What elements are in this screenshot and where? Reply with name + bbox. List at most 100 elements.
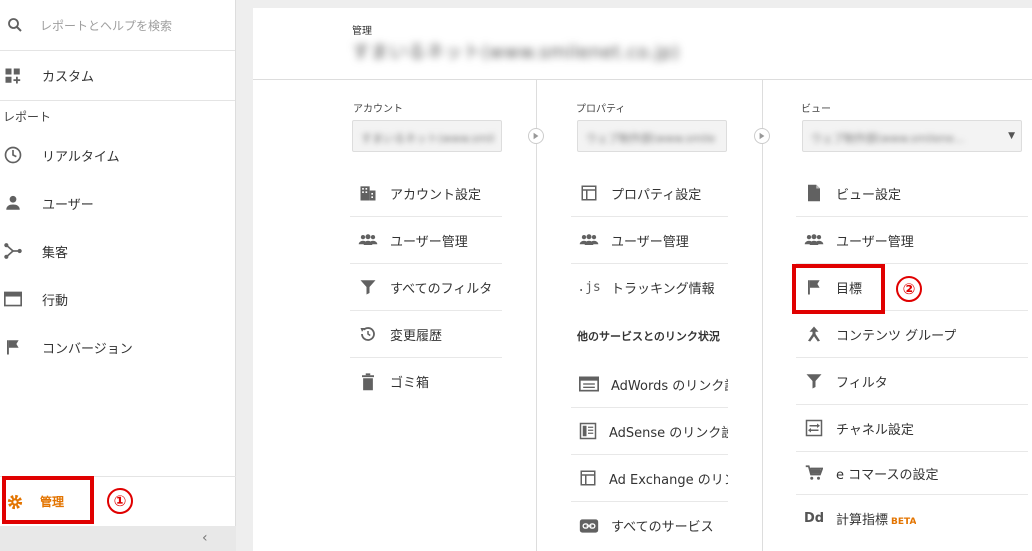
menu-view-settings[interactable]: ビュー設定 xyxy=(796,170,1028,217)
admin-header: 管理 すまいるネット(www.smilenet.co.jp) xyxy=(253,8,1032,80)
sidebar-item-realtime[interactable]: リアルタイム xyxy=(0,131,235,179)
calculated-metrics-label: 計算指標 xyxy=(836,513,889,528)
view-header: ビュー xyxy=(801,104,831,115)
sidebar-item-label: ユーザー xyxy=(42,197,94,213)
menu-adexchange-link[interactable]: Ad Exchange のリンク設定 xyxy=(571,455,728,502)
column-divider xyxy=(536,80,537,551)
menu-channel-settings[interactable]: チャネル設定 xyxy=(796,405,1028,452)
menu-all-services[interactable]: すべてのサービス xyxy=(571,502,728,549)
menu-view-filters[interactable]: フィルタ xyxy=(796,358,1028,405)
link-icon xyxy=(579,516,599,536)
sidebar: レポートとヘルプを検索 カスタム レポート リアルタイム ユーザー 集客 行動 xyxy=(0,0,236,551)
sidebar-item-label: リアルタイム xyxy=(42,149,120,165)
reports-section-label: レポート xyxy=(3,109,52,124)
group-icon xyxy=(358,230,378,250)
sidebar-item-label: コンバージョン xyxy=(42,341,133,357)
menu-content-grouping[interactable]: コンテンツ グループ xyxy=(796,311,1028,358)
account-column: アカウント すまいるネット(www.smil アカウント設定 ユーザー管理 すべ… xyxy=(350,80,502,551)
menu-label: ユーザー管理 xyxy=(836,234,914,250)
view-selector-value: ウェブ制作部(www.smilene... xyxy=(811,132,965,145)
menu-all-filters[interactable]: すべてのフィルタ xyxy=(350,264,502,311)
property-layout-icon xyxy=(579,183,599,203)
property-menu: プロパティ設定 ユーザー管理 .js トラッキング情報 他のサービスとのリンク状… xyxy=(571,170,728,549)
dashboard-add-icon xyxy=(2,65,24,87)
arrow-right-icon xyxy=(754,128,770,144)
property-selector-value: ウェブ制作部(www.smile xyxy=(586,132,716,145)
menu-label: AdWords のリンク設定 xyxy=(611,378,728,394)
menu-property-user-management[interactable]: ユーザー管理 xyxy=(571,217,728,264)
header-label: 管理 xyxy=(352,26,372,37)
property-column: プロパティ ウェブ制作部(www.smile プロパティ設定 ユーザー管理 .j… xyxy=(571,80,728,551)
menu-tracking-info[interactable]: .js トラッキング情報 xyxy=(571,264,728,311)
menu-label: 計算指標 BETA xyxy=(836,509,916,528)
adwords-icon xyxy=(579,374,599,394)
menu-label: すべてのサービス xyxy=(611,520,714,535)
menu-label: AdSense のリンク設定 xyxy=(609,425,728,441)
search-icon xyxy=(4,14,26,36)
annotation-number-2: ② xyxy=(896,276,922,302)
menu-label: ユーザー管理 xyxy=(611,234,689,250)
column-divider xyxy=(762,80,763,551)
menu-account-settings[interactable]: アカウント設定 xyxy=(350,170,502,217)
menu-label: すべてのフィルタ xyxy=(390,281,493,297)
menu-adsense-link[interactable]: AdSense のリンク設定 xyxy=(571,408,728,455)
menu-label: ビュー設定 xyxy=(836,187,902,203)
menu-label: フィルタ xyxy=(836,375,888,391)
js-icon: .js xyxy=(577,280,601,295)
menu-label: チャネル設定 xyxy=(836,422,914,438)
account-header: アカウント xyxy=(353,104,403,115)
sidebar-item-label: 行動 xyxy=(42,293,69,309)
sidebar-item-label: 集客 xyxy=(42,245,69,261)
history-icon xyxy=(358,324,378,344)
merge-icon xyxy=(804,324,824,344)
view-selector[interactable]: ウェブ制作部(www.smilene... ▼ xyxy=(802,120,1022,152)
menu-calculated-metrics[interactable]: Dd 計算指標 BETA xyxy=(796,495,1028,542)
menu-account-user-management[interactable]: ユーザー管理 xyxy=(350,217,502,264)
account-selector[interactable]: すまいるネット(www.smil xyxy=(352,120,502,152)
person-icon xyxy=(2,192,24,214)
property-selector[interactable]: ウェブ制作部(www.smile xyxy=(577,120,727,152)
channel-icon xyxy=(804,418,824,438)
group-icon xyxy=(804,230,824,250)
search-input[interactable]: レポートとヘルプを検索 xyxy=(40,17,172,34)
chevron-left-icon: ‹ xyxy=(202,530,208,546)
collapse-sidebar-button[interactable]: ‹ xyxy=(0,526,236,551)
sidebar-item-conversions[interactable]: コンバージョン xyxy=(0,323,235,371)
menu-label: Ad Exchange のリンク設定 xyxy=(609,472,728,488)
links-section-label: 他のサービスとのリンク状況 xyxy=(577,330,720,343)
menu-view-user-management[interactable]: ユーザー管理 xyxy=(796,217,1028,264)
behavior-icon xyxy=(2,288,24,310)
menu-label: 変更履歴 xyxy=(390,328,443,344)
sidebar-item-label: カスタム xyxy=(42,70,95,85)
group-icon xyxy=(579,230,599,250)
menu-label: コンテンツ グループ xyxy=(836,328,957,344)
account-selector-value: すまいるネット(www.smil xyxy=(361,132,495,145)
menu-change-history[interactable]: 変更履歴 xyxy=(350,311,502,358)
view-column: ビュー ウェブ制作部(www.smilene... ▼ ビュー設定 ユーザー管理… xyxy=(796,80,1032,551)
filter-icon xyxy=(804,371,824,391)
property-header: プロパティ xyxy=(576,104,626,115)
menu-label: トラッキング情報 xyxy=(611,282,715,297)
view-menu: ビュー設定 ユーザー管理 目標 コンテンツ グループ フィルタ チャネル設定 e… xyxy=(796,170,1028,542)
sidebar-item-acquisition[interactable]: 集客 xyxy=(0,227,235,275)
menu-label: プロパティ設定 xyxy=(611,187,702,203)
document-icon xyxy=(804,183,824,203)
menu-label: ユーザー管理 xyxy=(390,234,468,250)
menu-adwords-link[interactable]: AdWords のリンク設定 xyxy=(571,361,728,408)
menu-trash[interactable]: ゴミ箱 xyxy=(350,358,502,405)
arrow-right-icon xyxy=(528,128,544,144)
menu-property-settings[interactable]: プロパティ設定 xyxy=(571,170,728,217)
highlight-box-goals xyxy=(792,264,885,314)
beta-badge: BETA xyxy=(891,517,917,527)
flag-icon xyxy=(2,336,24,358)
adexchange-icon xyxy=(579,468,597,488)
sidebar-item-custom[interactable]: カスタム xyxy=(0,51,235,101)
trash-icon xyxy=(358,372,378,392)
sidebar-item-users[interactable]: ユーザー xyxy=(0,179,235,227)
annotation-number-1: ① xyxy=(107,488,133,514)
acquisition-icon xyxy=(2,240,24,262)
search-bar[interactable]: レポートとヘルプを検索 xyxy=(0,0,235,51)
sidebar-item-behavior[interactable]: 行動 xyxy=(0,275,235,323)
menu-label: ゴミ箱 xyxy=(390,376,430,391)
menu-ecommerce-settings[interactable]: e コマースの設定 xyxy=(796,452,1028,495)
